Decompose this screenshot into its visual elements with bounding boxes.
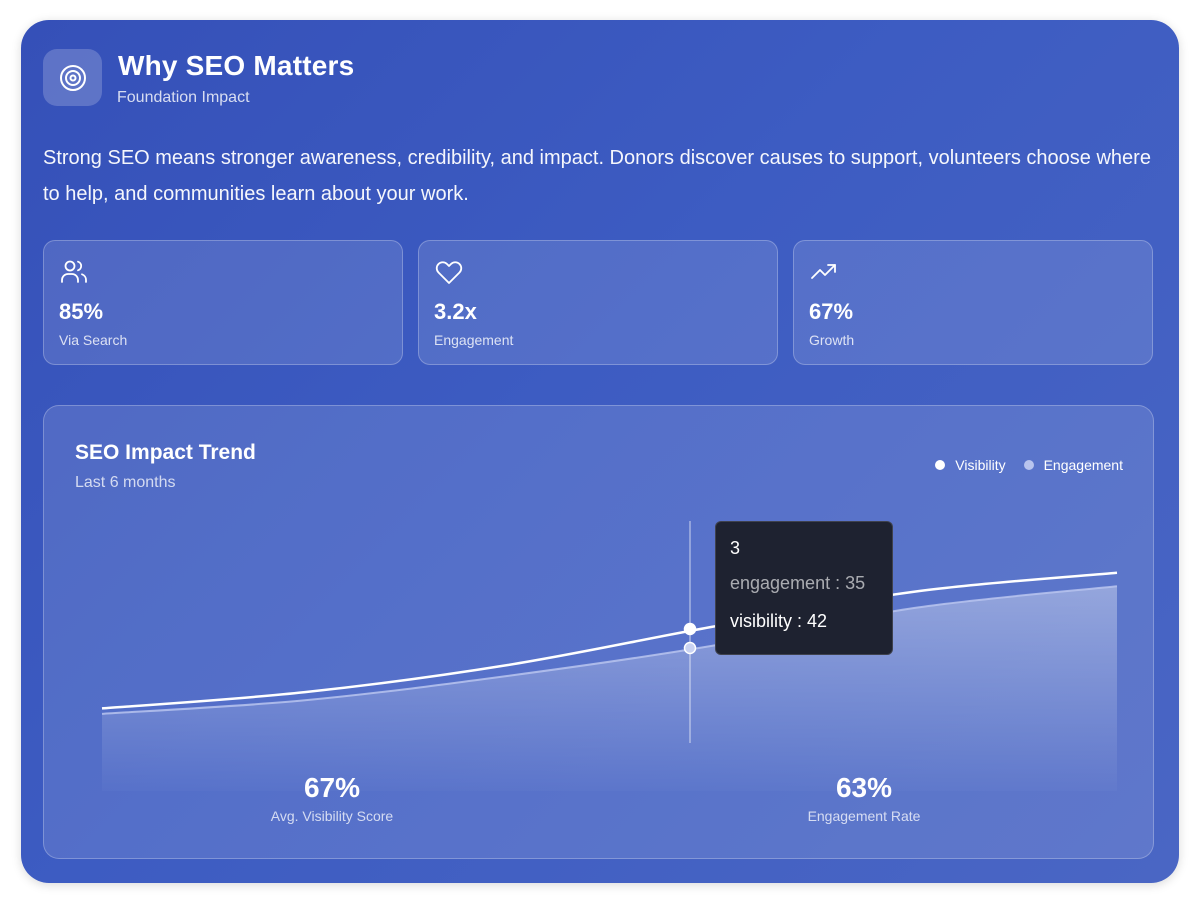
tooltip-label: 3 — [730, 538, 741, 558]
visibility-dot-icon — [935, 460, 946, 470]
tooltip-engagement: engagement : 35 — [730, 573, 866, 593]
stat-value: 3.2x — [434, 299, 477, 324]
legend-item-engagement[interactable]: Engagement — [1023, 457, 1123, 473]
metric-engagement: 63% Engagement Rate — [714, 772, 1014, 824]
chart-legend: Visibility Engagement — [935, 457, 1123, 473]
stat-card-growth: 67% Growth — [793, 240, 1153, 365]
target-icon — [43, 49, 102, 106]
chart-title: SEO Impact Trend — [75, 441, 256, 464]
metric-visibility: 67% Avg. Visibility Score — [182, 772, 482, 824]
stat-card-search: 85% Via Search — [43, 240, 403, 365]
legend-label: Visibility — [955, 457, 1006, 473]
active-point-visibility[interactable] — [683, 622, 697, 636]
series-area-engagement — [102, 586, 1117, 791]
stat-label: Engagement — [434, 332, 514, 348]
page-subtitle: Foundation Impact — [117, 89, 250, 106]
stat-value: 67% — [809, 299, 854, 324]
stat-value: 85% — [59, 299, 104, 324]
page-title: Why SEO Matters — [118, 50, 355, 81]
stat-card-engagement: 3.2x Engagement — [418, 240, 778, 365]
trending-up-icon — [809, 257, 839, 287]
tooltip-visibility: visibility : 42 — [730, 611, 828, 631]
heart-icon — [434, 257, 464, 287]
trend-chart-card: SEO Impact Trend Last 6 months Visibilit… — [43, 405, 1154, 859]
active-point-engagement[interactable] — [683, 641, 697, 655]
chart-tooltip: 3 engagement : 35 visibility : 42 — [715, 521, 893, 655]
metric-label: Engagement Rate — [807, 808, 921, 824]
engagement-dot-icon — [1023, 460, 1034, 470]
description-text: Strong SEO means stronger awareness, cre… — [43, 147, 1151, 205]
stat-label: Growth — [809, 332, 855, 348]
users-icon — [59, 257, 89, 287]
metric-value: 63% — [835, 772, 893, 803]
stat-label: Via Search — [59, 332, 128, 348]
metric-label: Avg. Visibility Score — [270, 808, 394, 824]
legend-item-visibility[interactable]: Visibility — [935, 457, 1006, 473]
seo-card: Why SEO Matters Foundation Impact Strong… — [21, 20, 1179, 883]
chart-subtitle: Last 6 months — [75, 474, 176, 491]
legend-label: Engagement — [1043, 457, 1123, 473]
metric-value: 67% — [303, 772, 361, 803]
